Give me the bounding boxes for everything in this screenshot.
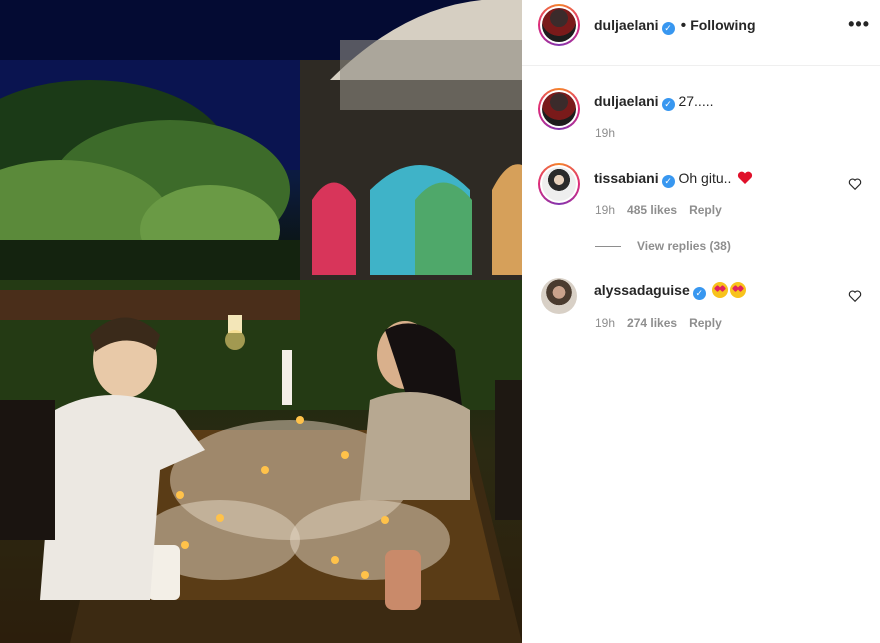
reply-button[interactable]: Reply: [689, 316, 722, 330]
star-struck-emoji-icon: [729, 282, 746, 298]
caption-username[interactable]: duljaelani: [594, 93, 659, 109]
view-replies-line: [595, 246, 621, 248]
like-heart-icon[interactable]: [848, 289, 862, 303]
comment-time[interactable]: 19h: [595, 316, 615, 330]
comment-time[interactable]: 19h: [595, 203, 615, 217]
header-username[interactable]: duljaelani: [594, 17, 659, 33]
caption-time[interactable]: 19h: [595, 126, 615, 140]
comment-likes[interactable]: 274 likes: [627, 316, 677, 330]
avatar[interactable]: [538, 88, 580, 130]
caption-text-row: duljaelani ✓ 27.....: [594, 93, 714, 111]
comment-meta: 19h 274 likes Reply: [595, 316, 734, 330]
more-options-icon[interactable]: •••: [848, 14, 870, 35]
caption-text: 27.....: [678, 93, 714, 109]
verified-badge-icon: ✓: [661, 175, 675, 188]
verified-badge-icon: ✓: [661, 98, 675, 111]
header-user-row: duljaelani ✓ • Following: [594, 17, 756, 35]
red-heart-emoji-icon: [738, 171, 753, 184]
comments-panel: duljaelani ✓ • Following ••• duljaelani ✓ 27…: [522, 0, 880, 643]
separator-dot: •: [680, 17, 687, 34]
comment-text: Oh gitu..: [678, 170, 732, 186]
avatar[interactable]: [538, 163, 580, 205]
comment-username[interactable]: tissabiani: [594, 170, 659, 186]
comment-likes[interactable]: 485 likes: [627, 203, 677, 217]
caption-meta: 19h: [595, 126, 627, 140]
following-button[interactable]: Following: [690, 17, 755, 33]
like-heart-icon[interactable]: [848, 177, 862, 191]
avatar[interactable]: [541, 278, 577, 314]
comment-username[interactable]: alyssadaguise: [594, 282, 690, 298]
post-photo[interactable]: [0, 0, 522, 643]
photo-scene: [0, 0, 522, 643]
reply-button[interactable]: Reply: [689, 203, 722, 217]
verified-badge-icon: ✓: [692, 287, 706, 300]
comment-meta: 19h 485 likes Reply: [595, 203, 734, 217]
comment-text-row: alyssadaguise ✓: [594, 282, 746, 300]
comment-text-row: tissabiani ✓ Oh gitu..: [594, 170, 753, 188]
verified-badge-icon: ✓: [661, 22, 675, 35]
avatar[interactable]: [538, 4, 580, 46]
view-replies-label: View replies (38): [637, 239, 731, 253]
post-header: duljaelani ✓ • Following •••: [522, 0, 880, 66]
view-replies-button[interactable]: View replies (38): [595, 239, 731, 253]
star-struck-emoji-icon: [711, 282, 728, 298]
